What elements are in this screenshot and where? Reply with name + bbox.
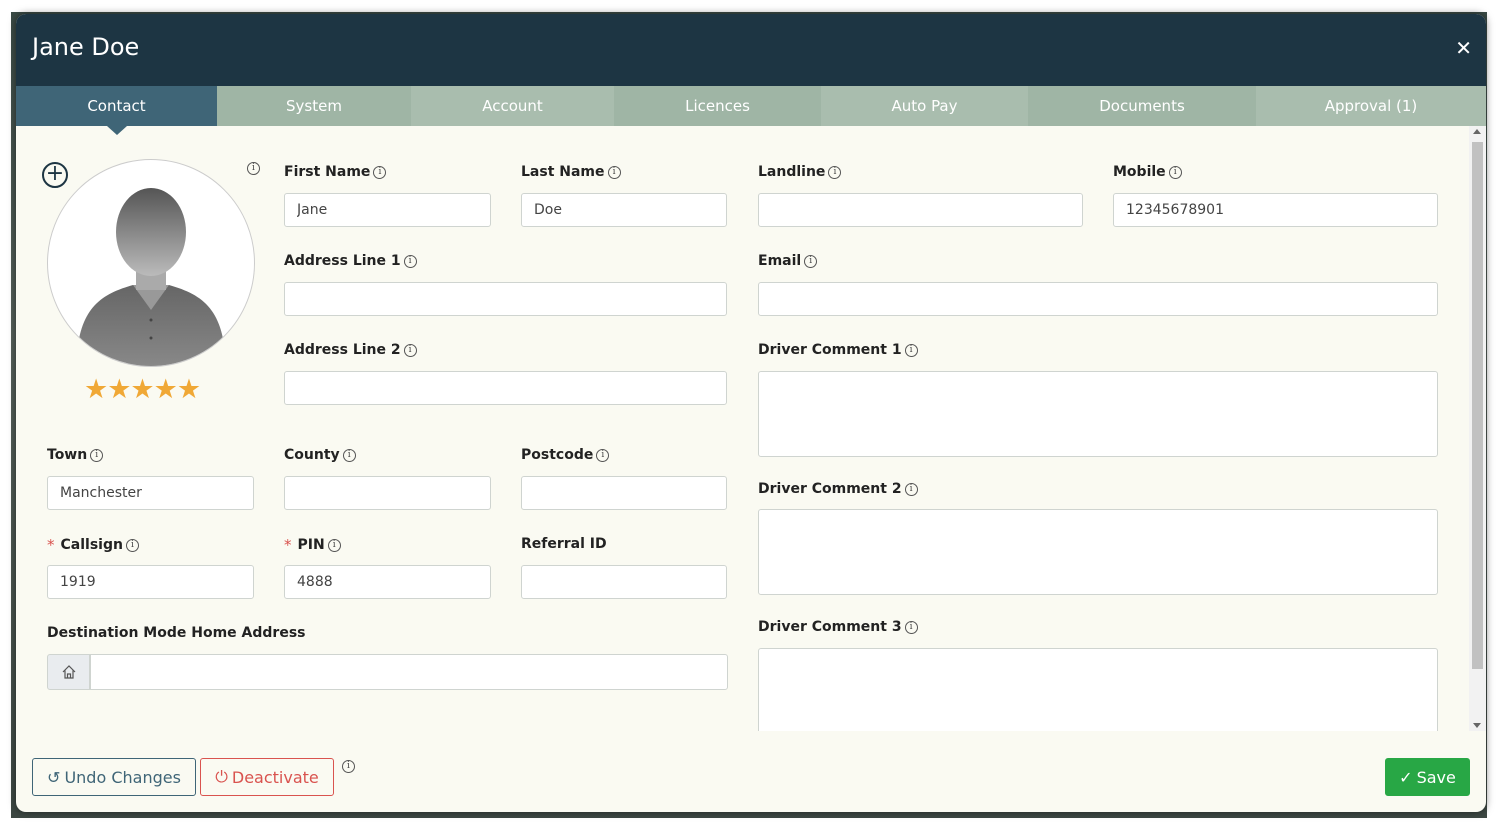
add-photo-icon[interactable]: + — [42, 162, 68, 188]
info-icon[interactable]: i — [904, 482, 918, 496]
first-name-input[interactable] — [284, 193, 491, 227]
address-line-2-input[interactable] — [284, 371, 727, 405]
tab-licences[interactable]: Licences — [614, 86, 821, 126]
required-asterisk: * — [284, 536, 292, 554]
postcode-label: Postcode i — [521, 447, 610, 463]
pin-input[interactable] — [284, 565, 491, 599]
info-icon[interactable]: i — [90, 448, 104, 462]
avatar — [47, 159, 255, 367]
county-input[interactable] — [284, 476, 491, 510]
undo-icon: ↺ — [47, 767, 61, 787]
driver-comment-3-input[interactable] — [758, 648, 1438, 731]
email-label: Email i — [758, 253, 818, 269]
info-icon[interactable]: i — [125, 538, 139, 552]
last-name-label: Last Name i — [521, 164, 621, 180]
tab-account[interactable]: Account — [411, 86, 614, 126]
referral-id-input[interactable] — [521, 565, 727, 599]
info-icon[interactable]: i — [342, 448, 356, 462]
home-icon — [47, 654, 90, 690]
info-icon[interactable]: i — [403, 343, 417, 357]
info-icon[interactable]: i — [1168, 165, 1182, 179]
rating-stars: ★★★★★ — [84, 374, 201, 405]
town-label: Town i — [47, 447, 104, 463]
pin-label: * PIN i — [284, 536, 341, 554]
driver-comment-2-label: Driver Comment 2i — [758, 481, 918, 497]
driver-dialog: Jane Doe ✕ Contact System Account Licenc… — [16, 14, 1486, 812]
mobile-input[interactable] — [1113, 193, 1438, 227]
info-icon[interactable]: i — [607, 165, 621, 179]
undo-changes-button[interactable]: ↺ Undo Changes — [32, 758, 196, 796]
callsign-label: * Callsign i — [47, 536, 139, 554]
tab-auto-pay[interactable]: Auto Pay — [821, 86, 1028, 126]
scroll-up-icon[interactable] — [1473, 129, 1481, 134]
info-icon[interactable]: i — [904, 620, 918, 634]
driver-comment-3-clip — [758, 648, 1438, 731]
save-button[interactable]: ✓ Save — [1385, 758, 1470, 796]
email-input[interactable] — [758, 282, 1438, 316]
home-address-label: Destination Mode Home Address — [47, 625, 306, 641]
info-icon[interactable]: i — [596, 448, 610, 462]
town-input[interactable] — [47, 476, 254, 510]
mobile-label: Mobile i — [1113, 164, 1182, 180]
tab-bar: Contact System Account Licences Auto Pay… — [16, 86, 1486, 135]
referral-id-label: Referral ID — [521, 536, 607, 552]
postcode-input[interactable] — [521, 476, 727, 510]
last-name-input[interactable] — [521, 193, 727, 227]
driver-comment-1-input[interactable] — [758, 371, 1438, 457]
address-line-2-label: Address Line 2i — [284, 342, 417, 358]
close-icon[interactable]: ✕ — [1455, 36, 1472, 60]
power-icon: ⏻ — [215, 767, 228, 786]
info-icon[interactable]: i — [403, 254, 417, 268]
required-asterisk: * — [47, 536, 55, 554]
person-silhouette-icon — [76, 188, 226, 366]
dialog-title: Jane Doe — [32, 33, 140, 61]
tab-system[interactable]: System — [217, 86, 411, 126]
scroll-thumb[interactable] — [1472, 142, 1483, 669]
tab-approval[interactable]: Approval (1) — [1256, 86, 1486, 126]
info-icon[interactable]: i — [247, 162, 260, 175]
scrollbar[interactable] — [1469, 126, 1486, 731]
county-label: County i — [284, 447, 356, 463]
deactivate-button[interactable]: ⏻ Deactivate — [200, 758, 334, 796]
address-line-1-label: Address Line 1i — [284, 253, 417, 269]
address-line-1-input[interactable] — [284, 282, 727, 316]
driver-comment-3-label: Driver Comment 3i — [758, 619, 918, 635]
driver-comment-2-input[interactable] — [758, 509, 1438, 595]
info-icon[interactable]: i — [904, 343, 918, 357]
home-address-input[interactable] — [90, 654, 728, 690]
info-icon[interactable]: i — [804, 254, 818, 268]
first-name-label: First Name i — [284, 164, 387, 180]
dialog-header: Jane Doe ✕ — [16, 14, 1486, 86]
driver-comment-1-label: Driver Comment 1i — [758, 342, 918, 358]
scroll-down-icon[interactable] — [1473, 723, 1481, 728]
check-circle-icon: ✓ — [1399, 767, 1413, 787]
info-icon[interactable]: i — [342, 760, 355, 773]
info-icon[interactable]: i — [373, 165, 387, 179]
tab-documents[interactable]: Documents — [1028, 86, 1256, 126]
info-icon[interactable]: i — [327, 538, 341, 552]
callsign-input[interactable] — [47, 565, 254, 599]
landline-input[interactable] — [758, 193, 1083, 227]
landline-label: Landline i — [758, 164, 842, 180]
tab-contact[interactable]: Contact — [16, 86, 217, 135]
info-icon[interactable]: i — [828, 165, 842, 179]
